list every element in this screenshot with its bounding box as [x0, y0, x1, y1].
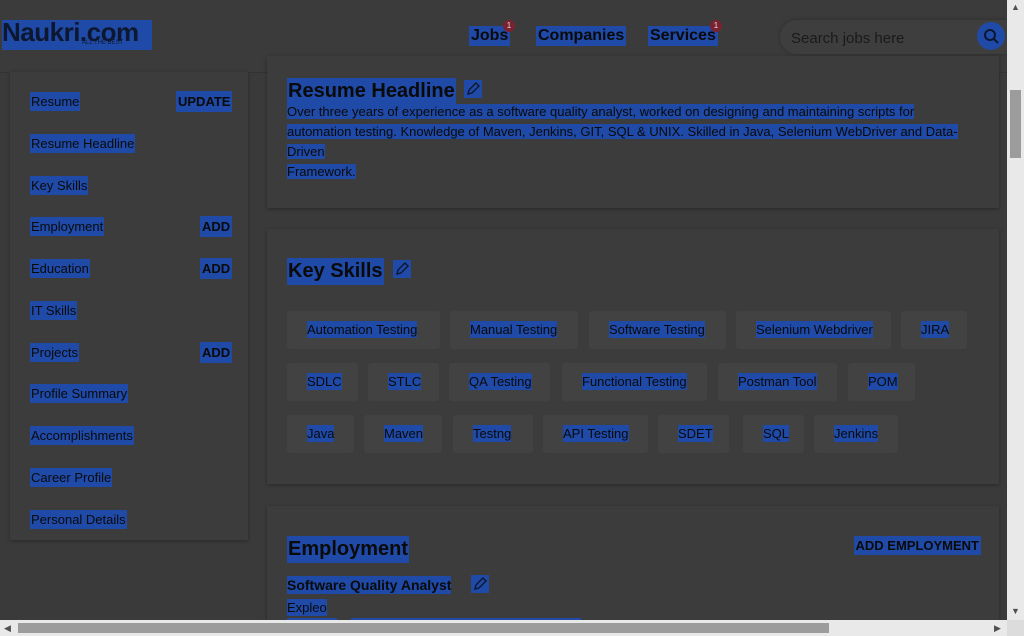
skill-chip: API Testing [543, 415, 648, 453]
logo-tagline: ALL THE BEST [82, 40, 124, 46]
horizontal-scroll-thumb[interactable] [18, 623, 829, 633]
job-title: Software Quality Analyst [287, 576, 452, 594]
services-badge: 1 [710, 20, 722, 32]
skill-chip: SDLC [287, 363, 358, 401]
vertical-scroll-thumb[interactable] [1010, 90, 1021, 158]
scroll-left-arrow[interactable]: ◀ [4, 623, 11, 634]
key-skills-card: Key Skills Automation Testing Manual Tes… [267, 229, 999, 484]
skill-chip: Manual Testing [450, 311, 578, 349]
jobs-badge: 1 [503, 20, 515, 32]
job-company: Expleo [287, 599, 327, 616]
nav-services[interactable]: Services [648, 26, 718, 46]
search-input[interactable] [789, 27, 973, 49]
headline-line: automation testing. Knowledge of Maven, … [287, 124, 958, 159]
edit-skills-icon[interactable] [393, 260, 411, 278]
skill-chip: SDET [658, 415, 729, 453]
skill-chip: POM [848, 363, 915, 401]
sidebar-item-it-skills[interactable]: IT Skills [30, 301, 78, 320]
search-button[interactable] [977, 22, 1005, 50]
naukri-logo[interactable]: Naukri.com ALL THE BEST [2, 20, 152, 50]
skill-chip: Automation Testing [287, 311, 440, 349]
skill-chip: SQL [743, 415, 804, 453]
nav-companies[interactable]: Companies [536, 26, 627, 46]
resume-headline-text: Over three years of experience as a soft… [287, 102, 987, 182]
skill-chip: Software Testing [589, 311, 726, 349]
education-add-button[interactable]: ADD [200, 258, 233, 279]
scroll-down-arrow[interactable]: ▼ [1011, 606, 1020, 616]
add-employment-button[interactable]: ADD EMPLOYMENT [853, 536, 981, 555]
sidebar-item-accomplishments[interactable]: Accomplishments [30, 426, 134, 445]
scroll-up-arrow[interactable]: ▲ [1011, 2, 1020, 12]
quick-links-sidebar: Resume UPDATE Resume Headline Key Skills… [10, 72, 248, 540]
headline-line: Framework. [287, 164, 356, 179]
search-bar [780, 20, 1007, 54]
resume-headline-title: Resume Headline [287, 78, 456, 105]
scroll-right-arrow[interactable]: ▶ [994, 623, 1001, 634]
sidebar-item-education[interactable]: Education [30, 259, 90, 278]
sidebar-item-employment[interactable]: Employment [30, 217, 105, 236]
skill-chip: QA Testing [449, 363, 550, 401]
sidebar-item-profile-summary[interactable]: Profile Summary [30, 384, 129, 403]
key-skills-title: Key Skills [287, 258, 384, 285]
skill-chip: Testng [453, 415, 533, 453]
vertical-scrollbar[interactable]: ▲ ▼ [1007, 0, 1024, 620]
sidebar-item-personal-details[interactable]: Personal Details [30, 510, 127, 529]
employment-card: Employment ADD EMPLOYMENT Software Quali… [267, 506, 999, 620]
resume-headline-card: Resume Headline Over three years of expe… [267, 56, 999, 208]
horizontal-scrollbar[interactable]: ◀ ▶ [0, 620, 1007, 636]
search-icon [984, 29, 999, 44]
scrollbar-corner [1007, 620, 1024, 636]
sidebar-item-resume-headline[interactable]: Resume Headline [30, 134, 136, 153]
sidebar-item-career-profile[interactable]: Career Profile [30, 468, 113, 487]
headline-line: Over three years of experience as a soft… [287, 104, 915, 119]
skill-chip: Java [287, 415, 354, 453]
edit-headline-icon[interactable] [464, 80, 482, 98]
skill-chip: Maven [364, 415, 442, 453]
sidebar-item-projects[interactable]: Projects [30, 343, 79, 362]
sidebar-item-key-skills[interactable]: Key Skills [30, 176, 89, 195]
employment-title: Employment [287, 536, 410, 563]
skill-chip: Jenkins [814, 415, 898, 453]
skill-chip: Selenium Webdriver [736, 311, 891, 349]
projects-add-button[interactable]: ADD [200, 342, 233, 363]
skill-chip: JIRA [901, 311, 967, 349]
skill-chip: STLC [368, 363, 439, 401]
skill-chip: Functional Testing [562, 363, 707, 401]
employment-add-button[interactable]: ADD [200, 216, 233, 237]
sidebar-item-resume[interactable]: Resume [30, 92, 81, 111]
edit-employment-icon[interactable] [471, 575, 489, 593]
skill-chip: Postman Tool [718, 363, 837, 401]
resume-update-button[interactable]: UPDATE [176, 91, 233, 112]
